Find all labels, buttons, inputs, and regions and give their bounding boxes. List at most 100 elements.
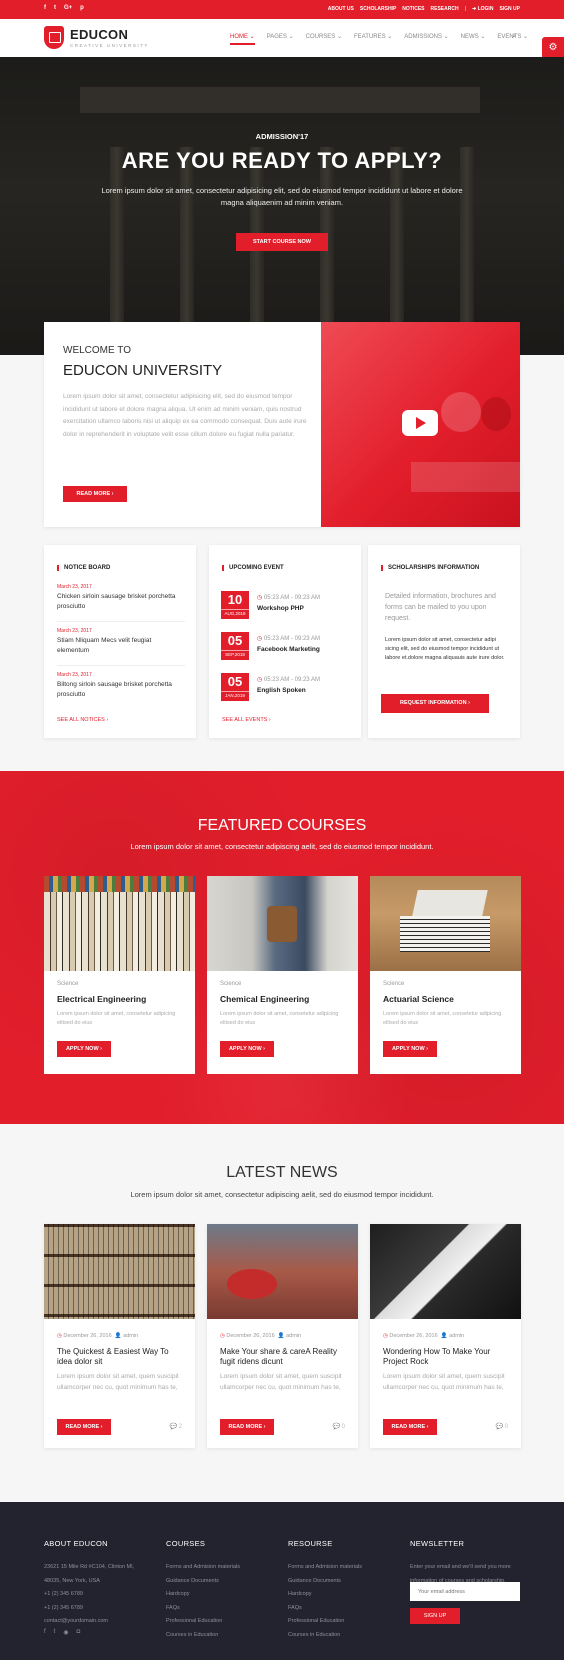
footer-link[interactable]: Professional Education — [288, 1615, 362, 1629]
welcome-label: WELCOME TO — [63, 345, 131, 356]
course-title[interactable]: Chemical Engineering — [220, 994, 309, 1004]
twitter-icon[interactable]: t — [54, 1629, 56, 1636]
course-category: Science — [57, 981, 79, 987]
footer-link[interactable]: Forms and Admision materials — [288, 1561, 362, 1575]
welcome-body: Lorem ipsum dolor sit amet, consectetur … — [63, 393, 307, 438]
event-item[interactable]: 10 AUG,2018 ◷ 05:23 AM - 09:23 AM Worksh… — [221, 591, 351, 619]
notice-item[interactable]: March 23, 2017 Biltong sirloin sausage b… — [57, 672, 185, 710]
read-more-button[interactable]: READ MORE › — [383, 1419, 437, 1435]
course-image — [370, 876, 521, 971]
footer-phone: +1 (2) 345 6789 — [44, 1604, 83, 1611]
play-icon[interactable] — [402, 410, 438, 436]
event-time-text: 05:23 AM - 09:23 AM — [263, 595, 320, 601]
read-more-button[interactable]: READ MORE › — [63, 486, 127, 502]
start-course-button[interactable]: START COURSE NOW — [236, 233, 328, 251]
apply-now-button[interactable]: APPLY NOW › — [220, 1041, 274, 1057]
logo-title[interactable]: EDUCON — [70, 27, 128, 42]
rss-icon[interactable]: ◉ — [63, 1629, 68, 1636]
footer-email[interactable]: contact@yourdomain.com — [44, 1615, 134, 1629]
newsletter-email-input[interactable] — [410, 1582, 520, 1601]
nav-news[interactable]: NEWS ⌄ — [461, 33, 486, 40]
comment-count[interactable]: 💬 0 — [333, 1423, 346, 1430]
request-information-button[interactable]: REQUEST INFORMATION › — [381, 694, 489, 713]
search-icon[interactable]: ⌕ — [512, 33, 516, 41]
footer-link[interactable]: Hardcopy — [166, 1588, 240, 1602]
read-more-button[interactable]: READ MORE › — [57, 1419, 111, 1435]
gear-icon[interactable]: ⚙ — [542, 37, 564, 59]
apply-now-button[interactable]: APPLY NOW › — [57, 1041, 111, 1057]
top-link-research[interactable]: RESEARCH — [431, 6, 459, 12]
footer-link[interactable]: Hardcopy — [288, 1588, 362, 1602]
news-card[interactable]: ◷ December 26, 2016 👤 admin Wondering Ho… — [370, 1224, 521, 1448]
footer-link[interactable]: Professional Education — [166, 1615, 240, 1629]
nav-home[interactable]: HOME ⌄ — [230, 33, 255, 45]
logo-shield-icon[interactable] — [44, 26, 64, 49]
footer-link[interactable]: Courses in Education — [166, 1629, 240, 1643]
event-item[interactable]: 05 JAN,2019 ◷ 05:23 AM - 09:23 AM Englis… — [221, 673, 351, 701]
nav-pages-label: PAGES — [266, 34, 287, 40]
event-date-badge: 05 SEP,2018 — [221, 632, 249, 660]
newsletter-signup-button[interactable]: SIGN UP — [410, 1608, 460, 1624]
pinterest-icon[interactable]: p — [80, 5, 84, 11]
event-item[interactable]: 05 SEP,2018 ◷ 05:23 AM - 09:23 AM Facebo… — [221, 632, 351, 660]
news-title[interactable]: The Quickest & Easiest Way To idea dolor… — [57, 1347, 185, 1367]
nav-pages[interactable]: PAGES ⌄ — [267, 33, 294, 40]
read-more-button[interactable]: READ MORE › — [220, 1419, 274, 1435]
course-card[interactable]: Science Electrical Engineering Lorem ips… — [44, 876, 195, 1074]
notice-text: Biltong sirloin sausage brisket porchett… — [57, 681, 172, 698]
news-author: admin — [123, 1333, 139, 1339]
notice-date: March 23, 2017 — [57, 584, 92, 590]
see-all-notices-link[interactable]: SEE ALL NOTICES › — [57, 717, 108, 723]
signup-link[interactable]: SIGN UP — [499, 6, 520, 12]
course-title[interactable]: Actuarial Science — [383, 994, 454, 1004]
clock-icon: ◷ — [257, 677, 263, 683]
news-title[interactable]: Make Your share & careA Reality fugit ri… — [220, 1347, 348, 1367]
course-title[interactable]: Electrical Engineering — [57, 994, 146, 1004]
news-desc: Lorem ipsum dolor sit amet, quem suscipi… — [57, 1373, 179, 1391]
video-thumbnail[interactable] — [321, 322, 521, 527]
footer-link[interactable]: Forms and Admision materials — [166, 1561, 240, 1575]
comment-count-value: 0 — [341, 1424, 345, 1430]
nav-admissions[interactable]: ADMISSIONS ⌄ — [404, 33, 448, 40]
course-card[interactable]: Science Actuarial Science Lorem ipsum do… — [370, 876, 521, 1074]
instagram-icon[interactable]: ◘ — [77, 1629, 81, 1636]
apply-now-label: APPLY NOW — [228, 1046, 262, 1052]
news-image — [44, 1224, 195, 1319]
notice-item[interactable]: March 23, 2017 Chicken sirloin sausage b… — [57, 584, 185, 622]
facebook-icon[interactable]: f — [44, 1629, 46, 1636]
facebook-icon[interactable]: f — [44, 5, 46, 11]
top-link-about[interactable]: ABOUT US — [328, 6, 354, 12]
notice-item[interactable]: March 23, 2017 Stiam Nliquam Mecs velit … — [57, 628, 185, 666]
google-plus-icon[interactable]: G+ — [64, 5, 72, 11]
footer-about-title: ABOUT EDUCON — [44, 1539, 108, 1548]
footer-resourse: RESOURSE Forms and Admision materials Gu… — [288, 1539, 362, 1642]
event-time: ◷ 05:23 AM - 09:23 AM — [257, 594, 320, 601]
apply-now-button[interactable]: APPLY NOW › — [383, 1041, 437, 1057]
footer-link[interactable]: FAQs — [166, 1602, 240, 1616]
see-all-events-link[interactable]: SEE ALL EVENTS › — [222, 717, 271, 723]
footer-link[interactable]: Guidance Documents — [288, 1575, 362, 1589]
footer-link[interactable]: Guidance Documents — [166, 1575, 240, 1589]
event-time: ◷ 05:23 AM - 09:23 AM — [257, 676, 320, 683]
top-link-notices[interactable]: NOTICES — [402, 6, 424, 12]
news-title[interactable]: Wondering How To Make Your Project Rock — [383, 1347, 511, 1367]
top-link-scholarship[interactable]: SCHOLARSHIP — [360, 6, 396, 12]
footer-about: ABOUT EDUCON 23621 15 Mile Rd #C104, Cli… — [44, 1539, 134, 1629]
login-link[interactable]: ➜ LOGIN — [472, 6, 493, 12]
event-month: AUG,2018 — [221, 609, 249, 618]
user-icon: 👤 — [440, 1333, 448, 1339]
footer-link[interactable]: Courses in Education — [288, 1629, 362, 1643]
footer-link[interactable]: FAQs — [288, 1602, 362, 1616]
news-card[interactable]: ◷ December 26, 2016 👤 admin Make Your sh… — [207, 1224, 358, 1448]
nav-courses[interactable]: COURSES ⌄ — [306, 33, 342, 40]
nav-features[interactable]: FEATURES ⌄ — [354, 33, 392, 40]
comment-count[interactable]: 💬 0 — [496, 1423, 509, 1430]
course-card[interactable]: Science Chemical Engineering Lorem ipsum… — [207, 876, 358, 1074]
hero-banner: ADMISSION'17 ARE YOU READY TO APPLY? Lor… — [0, 57, 564, 355]
clock-icon: ◷ — [257, 636, 263, 642]
event-day: 05 — [227, 674, 243, 689]
twitter-icon[interactable]: t — [54, 5, 56, 11]
news-card[interactable]: ◷ December 26, 2016 👤 admin The Quickest… — [44, 1224, 195, 1448]
comment-count[interactable]: 💬 2 — [170, 1423, 183, 1430]
clock-icon: ◷ — [383, 1333, 388, 1339]
